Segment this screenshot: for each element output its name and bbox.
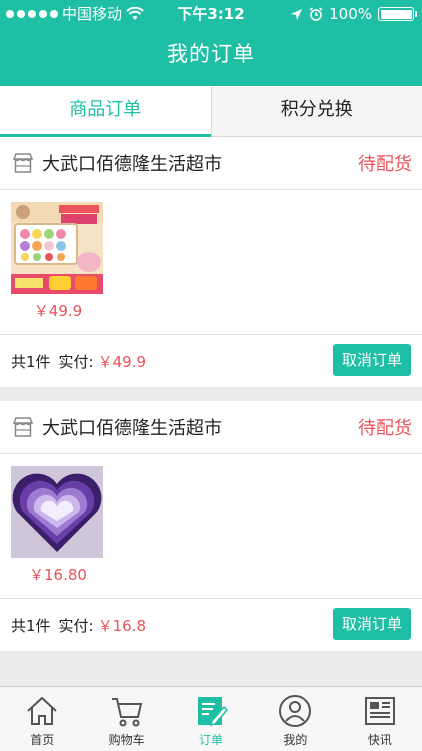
cart-icon — [109, 693, 145, 729]
tab-product-orders[interactable]: 商品订单 — [0, 86, 211, 136]
order-status: 待配货 — [358, 414, 412, 440]
cancel-order-button[interactable]: 取消订单 — [333, 344, 411, 376]
paid-label: 实付: — [59, 351, 94, 372]
order-card[interactable]: 大武口佰德隆生活超市 待配货 — [0, 137, 422, 387]
order-type-tabs: 商品订单 积分兑换 — [0, 86, 422, 137]
product-price: ￥49.9 — [10, 300, 106, 321]
store-row[interactable]: 大武口佰德隆生活超市 待配货 — [0, 401, 422, 454]
tabbar-label: 购物车 — [84, 731, 168, 748]
paid-amount: ￥16.8 — [98, 615, 146, 636]
home-icon — [24, 693, 60, 729]
order-summary: 共1件 实付: ￥16.8 取消订单 — [0, 599, 422, 651]
status-bar: 中国移动 下午3:12 100% — [0, 0, 422, 28]
product-price: ￥16.80 — [10, 564, 106, 585]
order-edit-icon — [193, 693, 229, 729]
store-name: 大武口佰德隆生活超市 — [42, 150, 358, 176]
status-right: 100% — [290, 0, 414, 28]
news-icon — [362, 693, 398, 729]
page-title: 我的订单 — [0, 38, 422, 68]
item-count: 共1件 — [11, 351, 51, 372]
cancel-order-button[interactable]: 取消订单 — [333, 608, 411, 640]
store-name: 大武口佰德隆生活超市 — [42, 414, 358, 440]
order-summary: 共1件 实付: ￥49.9 取消订单 — [0, 335, 422, 387]
goods-row[interactable]: ￥16.80 — [0, 454, 422, 599]
user-icon — [277, 693, 313, 729]
battery-percent: 100% — [329, 0, 372, 28]
store-row[interactable]: 大武口佰德隆生活超市 待配货 — [0, 137, 422, 190]
order-status: 待配货 — [358, 150, 412, 176]
battery-icon — [378, 7, 414, 21]
item-count: 共1件 — [11, 615, 51, 636]
location-arrow-icon — [290, 8, 303, 21]
tabbar-item-profile[interactable]: 我的 — [253, 687, 337, 751]
tabbar-item-news[interactable]: 快讯 — [338, 687, 422, 751]
tabbar-label: 订单 — [169, 731, 253, 748]
order-list: 大武口佰德隆生活超市 待配货 — [0, 137, 422, 665]
tab-points-exchange[interactable]: 积分兑换 — [211, 86, 422, 136]
tabbar-label: 快讯 — [338, 731, 422, 748]
alarm-clock-icon — [309, 7, 323, 21]
order-card[interactable]: 大武口佰德隆生活超市 待配货 ￥16.80 共1件 实付: ￥16.8 取消订单 — [0, 401, 422, 651]
product-image-heart-box[interactable] — [11, 466, 103, 558]
tabbar-label: 我的 — [253, 731, 337, 748]
store-icon — [12, 416, 34, 438]
tabbar-label: 首页 — [0, 731, 84, 748]
tabbar-item-cart[interactable]: 购物车 — [84, 687, 168, 751]
app-header: 中国移动 下午3:12 100% 我的订单 — [0, 0, 422, 86]
bottom-tab-bar: 首页 购物车 订单 我的 快讯 — [0, 686, 422, 751]
tabbar-item-orders[interactable]: 订单 — [169, 687, 253, 751]
tabbar-item-home[interactable]: 首页 — [0, 687, 84, 751]
paid-amount: ￥49.9 — [98, 351, 146, 372]
product-image-macaron-box[interactable] — [11, 202, 103, 294]
paid-label: 实付: — [59, 615, 94, 636]
store-icon — [12, 152, 34, 174]
goods-row[interactable]: ￥49.9 — [0, 190, 422, 335]
